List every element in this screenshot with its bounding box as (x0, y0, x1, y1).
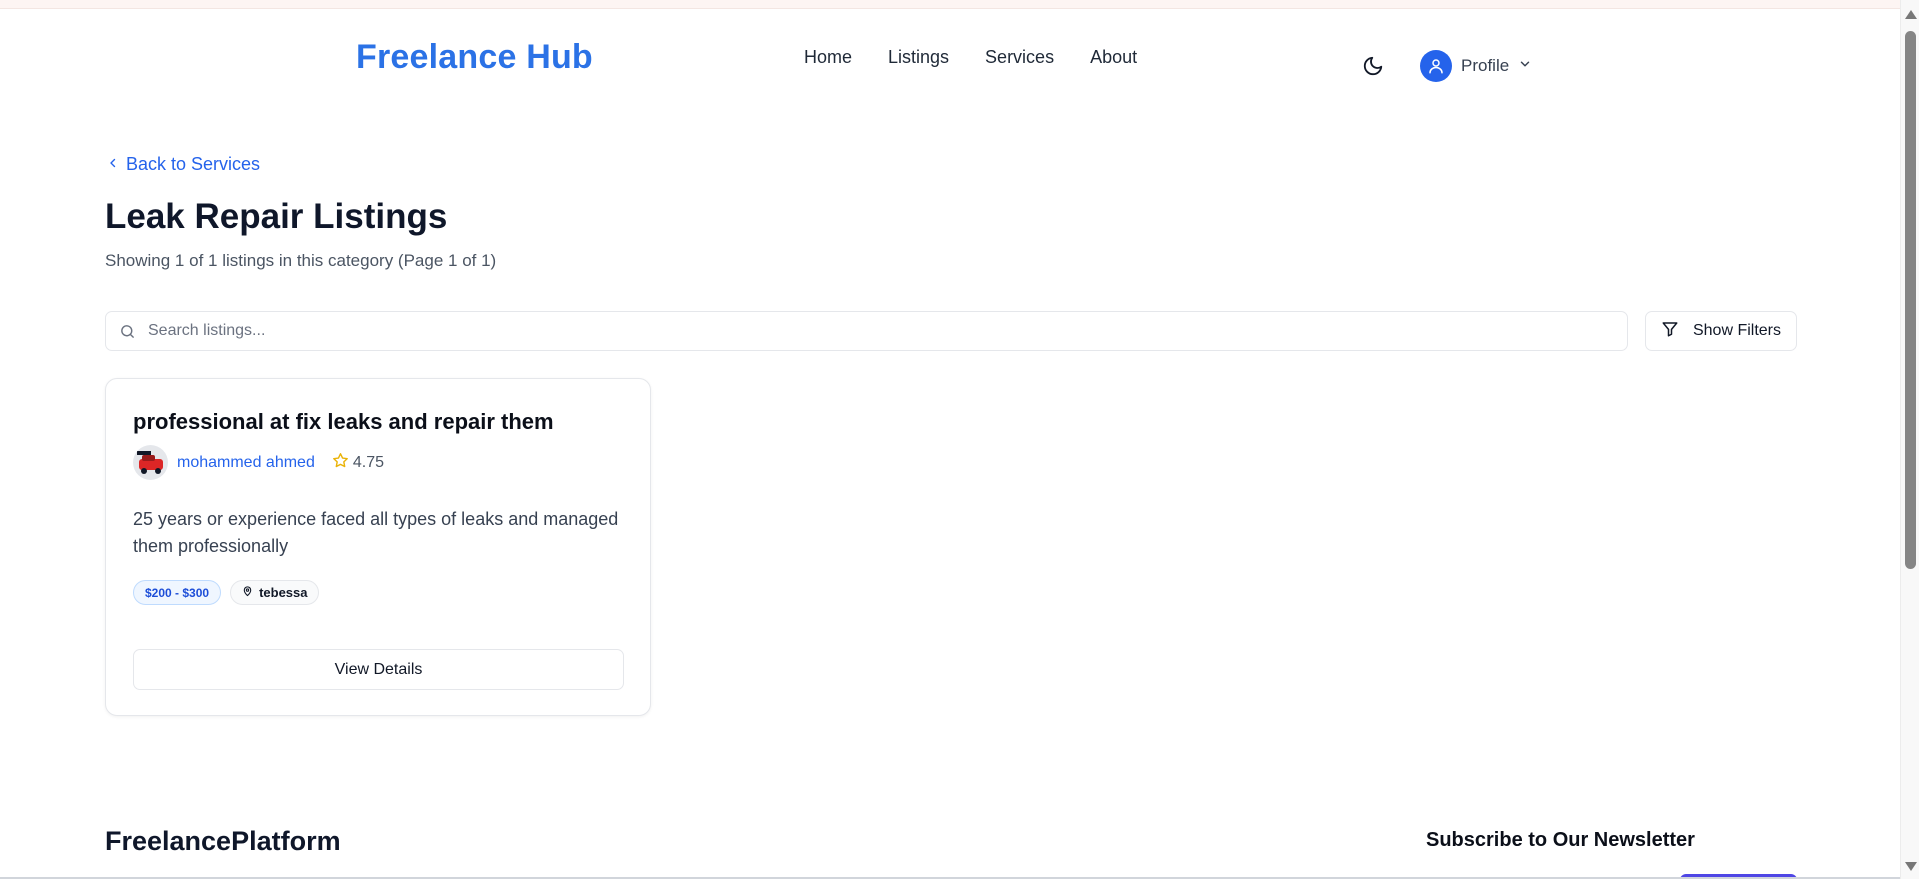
search-box (105, 311, 1628, 351)
nav-services[interactable]: Services (985, 47, 1054, 68)
listing-author-row: mohammed ahmed 4.75 (133, 445, 384, 480)
rating: 4.75 (332, 452, 384, 474)
user-icon (1420, 50, 1452, 82)
results-summary: Showing 1 of 1 listings in this category… (105, 251, 497, 270)
site-header: Freelance Hub Home Listings Services Abo… (0, 9, 1900, 107)
scroll-down-arrow-icon[interactable] (1905, 862, 1917, 871)
back-to-services-link[interactable]: Back to Services (107, 154, 260, 175)
show-filters-button[interactable]: Show Filters (1645, 311, 1797, 351)
nav-listings[interactable]: Listings (888, 47, 949, 68)
page-scrollbar[interactable] (1900, 0, 1919, 879)
listing-tags: $200 - $300 tebessa (133, 580, 320, 605)
nav-about[interactable]: About (1090, 47, 1137, 68)
price-badge: $200 - $300 (133, 580, 222, 605)
location-badge: tebessa (230, 580, 320, 605)
back-link-label: Back to Services (126, 154, 261, 174)
listing-card: professional at fix leaks and repair the… (105, 378, 651, 716)
author-avatar (133, 445, 168, 480)
filter-icon (1661, 320, 1679, 343)
view-details-button[interactable]: View Details (133, 649, 624, 690)
search-input[interactable] (148, 312, 1608, 350)
show-filters-label: Show Filters (1692, 322, 1782, 339)
top-strip (0, 0, 1900, 9)
profile-menu-button[interactable]: Profile (1420, 50, 1532, 82)
footer-brand: FreelancePlatform (105, 826, 341, 856)
scroll-thumb[interactable] (1905, 31, 1916, 569)
newsletter-title: Subscribe to Our Newsletter (1426, 829, 1695, 851)
listing-description: 25 years or experience faced all types o… (133, 509, 619, 556)
chevron-down-icon (1518, 57, 1532, 76)
nav-home[interactable]: Home (804, 47, 852, 68)
rating-value: 4.75 (352, 453, 384, 471)
main-nav: Home Listings Services About (804, 47, 1137, 68)
listing-title[interactable]: professional at fix leaks and repair the… (133, 409, 554, 435)
moon-icon[interactable] (1362, 55, 1386, 79)
scroll-up-arrow-icon[interactable] (1905, 10, 1917, 19)
star-icon (332, 452, 349, 474)
site-logo[interactable]: Freelance Hub (356, 38, 593, 77)
profile-label: Profile (1461, 56, 1510, 75)
chevron-left-icon (107, 154, 119, 175)
author-name-link[interactable]: mohammed ahmed (177, 454, 315, 472)
map-pin-icon (242, 585, 253, 600)
page-title: Leak Repair Listings (105, 197, 448, 236)
search-icon (119, 323, 136, 345)
location-label: tebessa (259, 585, 308, 600)
